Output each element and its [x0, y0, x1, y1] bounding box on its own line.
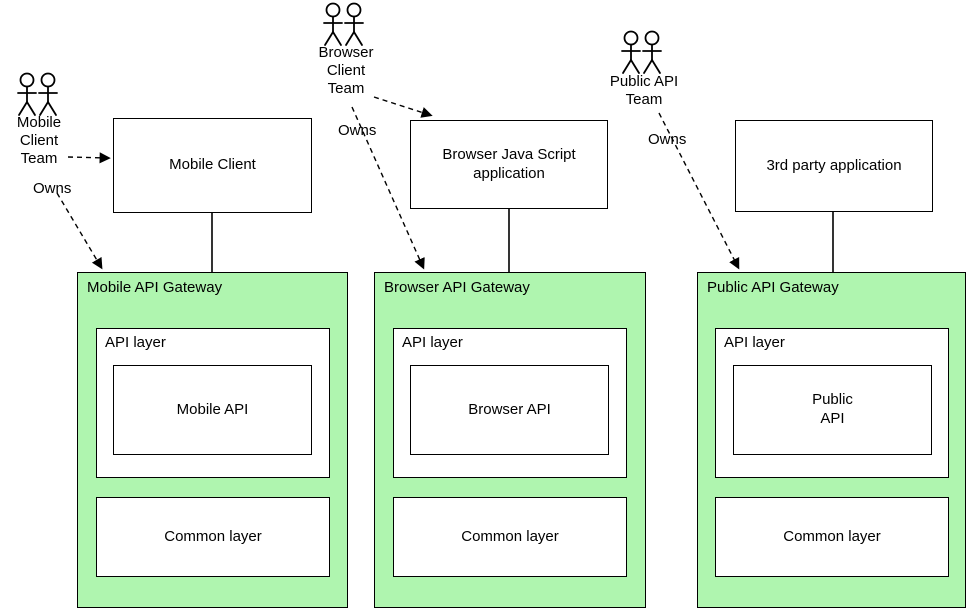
diagram-canvas: Mobile Client Team Browser Client Team P…: [0, 0, 969, 608]
owns-label-mobile: Owns: [33, 180, 72, 197]
two-person-actor-icon-mobile: [17, 72, 58, 116]
browser-api-gateway-title: Browser API Gateway: [384, 279, 530, 296]
public-api-box[interactable]: Public API: [733, 365, 932, 455]
owns-label-browser: Owns: [338, 122, 377, 139]
mobile-api-layer-title: API layer: [105, 334, 166, 351]
mobile-client-team-label: Mobile Client Team: [16, 114, 62, 167]
browser-javascript-application-box[interactable]: Browser Java Script application: [410, 120, 608, 209]
mobile-api-gateway-title: Mobile API Gateway: [87, 279, 223, 296]
public-common-layer-box[interactable]: Common layer: [715, 497, 949, 577]
browser-api-layer-title: API layer: [402, 334, 463, 351]
browser-client-team-label: Browser Client Team: [318, 44, 374, 97]
mobile-common-layer-box[interactable]: Common layer: [96, 497, 330, 577]
mobile-client-box[interactable]: Mobile Client: [113, 118, 312, 213]
third-party-application-box[interactable]: 3rd party application: [735, 120, 933, 212]
owns-arrow-mobile-team-to-gateway: [56, 192, 103, 270]
public-api-team-label: Public API Team: [609, 73, 679, 108]
two-person-actor-icon-public: [621, 30, 662, 74]
two-person-actor-icon-browser: [323, 2, 364, 46]
mobile-api-box[interactable]: Mobile API: [113, 365, 312, 455]
owns-arrow-browser-team-to-app: [373, 96, 433, 118]
browser-api-box[interactable]: Browser API: [410, 365, 609, 455]
public-api-layer-title: API layer: [724, 334, 785, 351]
owns-label-public: Owns: [648, 131, 687, 148]
public-api-gateway-title: Public API Gateway: [707, 279, 839, 296]
browser-common-layer-box[interactable]: Common layer: [393, 497, 627, 577]
